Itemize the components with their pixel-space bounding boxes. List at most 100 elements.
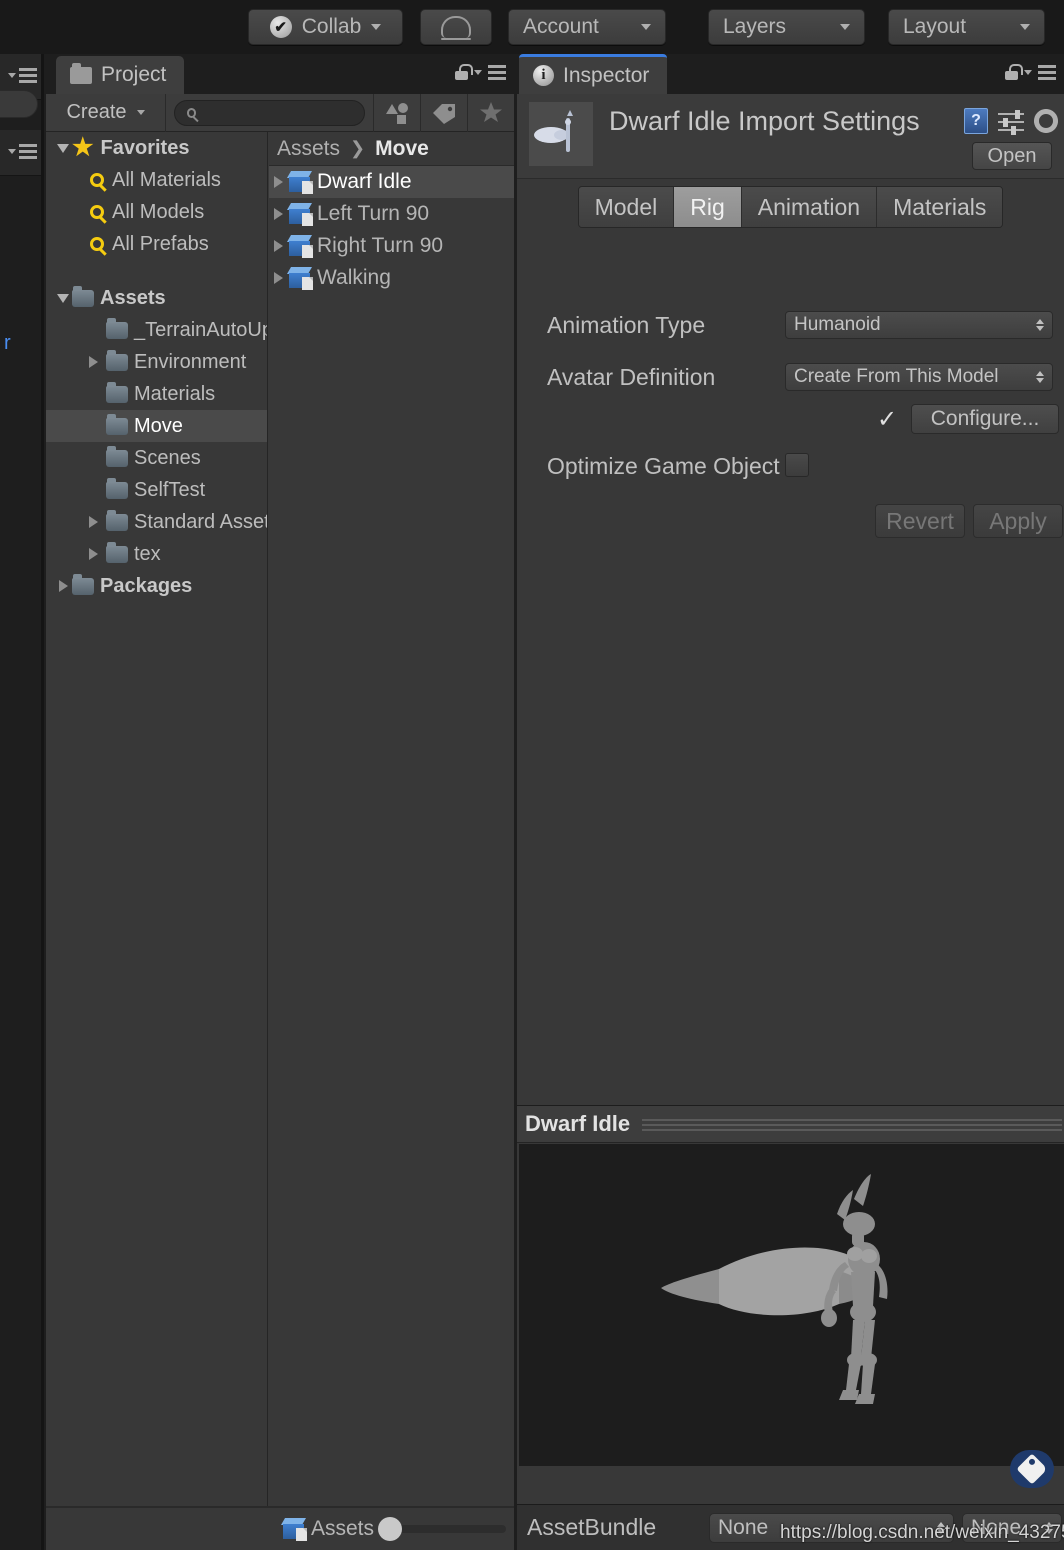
list-item[interactable]: Left Turn 90 <box>269 198 514 230</box>
create-label: Create <box>66 101 127 123</box>
tree-item-assets[interactable]: Assets <box>46 282 267 314</box>
gear-icon[interactable] <box>1034 109 1058 133</box>
breadcrumb: Assets ❯ Move <box>269 132 514 166</box>
tree-item-tex[interactable]: tex <box>46 538 267 570</box>
tab-rig[interactable]: Rig <box>674 187 742 227</box>
chevron-down-icon <box>474 69 482 75</box>
revert-button[interactable]: Revert <box>875 504 965 538</box>
chevron-right-icon[interactable] <box>84 516 102 528</box>
thumbnail-size-slider[interactable] <box>378 1517 506 1541</box>
list-item[interactable]: Walking <box>269 262 514 294</box>
filter-by-label-button[interactable] <box>420 93 467 132</box>
folder-icon <box>106 509 128 531</box>
rail-pill-button[interactable] <box>0 90 38 118</box>
layout-label: Layout <box>903 15 967 38</box>
configure-button[interactable]: Configure... <box>911 404 1059 434</box>
animation-type-label: Animation Type <box>547 311 706 338</box>
tree-item-all-models[interactable]: All Models <box>46 196 267 228</box>
tree-item-packages[interactable]: Packages <box>46 570 267 602</box>
avatar-definition-dropdown[interactable]: Create From This Model <box>785 363 1053 391</box>
tree-item-terrainautoupgrade[interactable]: _TerrainAutoUpgrade <box>46 314 267 346</box>
filter-favorites-button[interactable] <box>467 93 514 132</box>
list-item[interactable]: Right Turn 90 <box>269 230 514 262</box>
tag-icon <box>1016 1453 1048 1485</box>
animation-type-dropdown[interactable]: Humanoid <box>785 311 1053 339</box>
asset-label-button[interactable] <box>1010 1450 1054 1488</box>
collab-button[interactable]: ✔ Collab <box>248 9 403 45</box>
cloud-services-button[interactable] <box>420 9 492 45</box>
chevron-right-icon[interactable] <box>84 548 102 560</box>
panel-options-menu-mid[interactable] <box>8 144 37 159</box>
optimize-game-object-checkbox[interactable] <box>785 453 809 477</box>
tree-item-materials[interactable]: Materials <box>46 378 267 410</box>
tab-model[interactable]: Model <box>578 187 675 227</box>
tree-item-move[interactable]: Move <box>46 410 267 442</box>
project-panel: Project Create ★ Favorites All Materials… <box>46 54 514 1550</box>
inspector-header: Dwarf Idle Import Settings ? Open <box>517 94 1064 179</box>
tab-project[interactable]: Project <box>56 56 185 94</box>
chevron-right-icon[interactable] <box>84 356 102 368</box>
filter-by-type-button[interactable] <box>373 93 420 132</box>
chevron-right-icon[interactable] <box>269 272 287 284</box>
slider-knob[interactable] <box>378 1517 403 1541</box>
chevron-right-icon[interactable] <box>269 208 287 220</box>
tree-item-label: Scenes <box>134 446 201 469</box>
layers-button[interactable]: Layers <box>708 9 865 45</box>
project-tree-column[interactable]: ★ Favorites All Materials All Models All… <box>46 132 268 1506</box>
tree-item-scenes[interactable]: Scenes <box>46 442 267 474</box>
chevron-down-icon <box>8 149 16 154</box>
create-button[interactable]: Create <box>46 93 166 132</box>
rig-settings-body: Animation Type Humanoid Avatar Definitio… <box>517 234 1064 1159</box>
preset-icon[interactable] <box>998 110 1024 135</box>
layout-button[interactable]: Layout <box>888 9 1045 45</box>
tree-item-favorites[interactable]: ★ Favorites <box>46 132 267 164</box>
apply-button[interactable]: Apply <box>973 504 1063 538</box>
panel-options-menu-top[interactable] <box>8 68 37 83</box>
avatar-definition-label: Avatar Definition <box>547 363 716 390</box>
help-icon[interactable]: ? <box>964 108 988 134</box>
assetbundle-name-value: None <box>718 1516 769 1539</box>
tree-item-label: Standard Assets <box>134 510 268 533</box>
rail-panel-top <box>0 54 44 118</box>
preview-header[interactable]: Dwarf Idle <box>517 1105 1064 1143</box>
chevron-right-icon[interactable] <box>54 580 72 592</box>
tree-item-environment[interactable]: Environment <box>46 346 267 378</box>
preview-title: Dwarf Idle <box>525 1111 631 1136</box>
tab-materials[interactable]: Materials <box>877 187 1003 227</box>
model-preview-viewport[interactable] <box>519 1144 1064 1466</box>
inspector-tabbar: i Inspector <box>517 54 1064 94</box>
resize-grip-icon[interactable] <box>642 1118 1062 1131</box>
chevron-right-icon[interactable] <box>269 240 287 252</box>
search-input[interactable] <box>202 102 364 123</box>
open-button[interactable]: Open <box>972 142 1052 170</box>
tab-inspector[interactable]: i Inspector <box>519 54 668 94</box>
project-asset-list[interactable]: Assets ❯ Move Dwarf Idle Left Turn 90 Ri… <box>269 132 514 1506</box>
menu-icon[interactable] <box>488 64 506 80</box>
search-box[interactable] <box>174 99 365 126</box>
assetbundle-label: AssetBundle <box>527 1514 657 1540</box>
account-button[interactable]: Account <box>508 9 666 45</box>
tree-item-selftest[interactable]: SelfTest <box>46 474 267 506</box>
search-icon <box>90 237 104 251</box>
project-toolbar: Create <box>46 93 514 132</box>
check-circle-icon: ✔ <box>269 16 292 38</box>
model-cube-icon <box>286 202 313 226</box>
tree-item-standard-assets[interactable]: Standard Assets <box>46 506 267 538</box>
chevron-down-icon[interactable] <box>54 293 72 303</box>
configure-row: ✓ Configure... <box>517 402 1064 436</box>
chevron-down-icon[interactable] <box>54 143 72 153</box>
lock-icon[interactable] <box>455 64 473 80</box>
tab-animation[interactable]: Animation <box>741 187 878 227</box>
tree-item-all-materials[interactable]: All Materials <box>46 164 267 196</box>
lock-icon[interactable] <box>1005 64 1023 80</box>
optimize-game-object-row: Optimize Game Object <box>517 449 1064 483</box>
tree-item-all-prefabs[interactable]: All Prefabs <box>46 228 267 260</box>
folder-icon <box>106 349 128 371</box>
menu-icon[interactable] <box>1038 64 1056 80</box>
breadcrumb-root[interactable]: Assets <box>277 137 340 161</box>
chevron-right-icon: ❯ <box>350 138 366 158</box>
folder-icon <box>106 445 128 467</box>
chevron-right-icon[interactable] <box>269 176 287 188</box>
project-panel-tools <box>455 64 506 80</box>
list-item[interactable]: Dwarf Idle <box>269 166 514 198</box>
